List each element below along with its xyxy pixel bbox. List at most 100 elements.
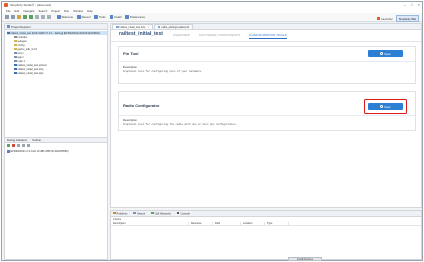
download-icon bbox=[109, 15, 114, 19]
refresh-icon[interactable] bbox=[17, 144, 20, 147]
menu-search[interactable]: Search bbox=[38, 9, 47, 13]
card-title: Pin Tool bbox=[123, 51, 139, 56]
description-text: Graphical tool for configuring pins of y… bbox=[123, 70, 203, 73]
new-file-icon[interactable] bbox=[5, 15, 9, 19]
card-divider bbox=[119, 61, 415, 62]
tab-call-hierarchy[interactable]: Call Hierarchy bbox=[151, 211, 171, 215]
tab-software-components[interactable]: SOFTWARE COMPONENTS bbox=[199, 33, 240, 39]
pin-tool-card: Pin Tool Open Description Graphical tool… bbox=[118, 46, 416, 84]
description-text: Graphical tool for configuring the radio… bbox=[123, 123, 238, 126]
ide-perspective[interactable]: Simplicity IDE bbox=[395, 15, 419, 22]
tools-button[interactable]: Tools bbox=[94, 15, 106, 19]
window-controls: – □ × bbox=[404, 3, 420, 7]
menu-navigate[interactable]: Navigate bbox=[23, 9, 34, 13]
welcome-button[interactable]: Welcome bbox=[57, 15, 73, 19]
c-file-icon bbox=[14, 59, 17, 63]
config-view-tabs: OVERVIEW SOFTWARE COMPONENTS CONFIGURATI… bbox=[173, 33, 287, 39]
column-description[interactable]: Description bbox=[111, 221, 189, 226]
gear-icon bbox=[125, 15, 129, 19]
column-path[interactable]: Path bbox=[213, 221, 241, 226]
chip-icon bbox=[7, 150, 10, 153]
connect-icon[interactable] bbox=[7, 144, 10, 147]
menu-file[interactable]: File bbox=[6, 9, 11, 13]
menu-edit[interactable]: Edit bbox=[15, 9, 20, 13]
tab-outline[interactable]: Outline bbox=[32, 138, 41, 142]
debug-adapter-item[interactable]: EFR32MG21 2.4 GHz 10 dBm BB (ID:44018559… bbox=[7, 150, 68, 153]
launcher-perspective[interactable]: Launcher bbox=[377, 17, 393, 21]
editor-area: railtest_initial_test.slcp × radio_setti… bbox=[110, 23, 422, 208]
minimize-button[interactable]: – bbox=[404, 3, 406, 7]
tab-console[interactable]: Console bbox=[176, 211, 190, 215]
slps-file-icon bbox=[14, 71, 17, 75]
column-type[interactable]: Type bbox=[265, 221, 289, 226]
debug-toolbar bbox=[5, 143, 107, 148]
pintool-file-icon bbox=[14, 63, 17, 67]
description-label: Description bbox=[123, 118, 137, 122]
forward-icon[interactable] bbox=[47, 15, 51, 19]
slcp-file-icon bbox=[116, 25, 119, 29]
main-toolbar: Welcome Recent Tools Install Preferences… bbox=[2, 13, 422, 22]
left-panel: Project Explorer railtest_initial_test [… bbox=[4, 23, 108, 260]
tab-radioconf[interactable]: radio_settings.radioconf bbox=[153, 24, 194, 29]
column-resource[interactable]: Resource bbox=[189, 221, 213, 226]
menu-run[interactable]: Run bbox=[64, 9, 69, 13]
tab-search[interactable]: Search bbox=[133, 211, 145, 215]
menu-help[interactable]: Help bbox=[87, 9, 93, 13]
search-icon[interactable] bbox=[35, 15, 39, 19]
app-logo-icon bbox=[4, 3, 8, 7]
recent-button[interactable]: Recent bbox=[77, 15, 90, 19]
run-icon[interactable] bbox=[29, 15, 33, 19]
debug-icon[interactable] bbox=[23, 15, 27, 19]
close-button[interactable]: × bbox=[418, 3, 420, 7]
tab-debug-adapters[interactable]: Debug Adapters bbox=[7, 138, 27, 142]
tree-item-project[interactable]: railtest_initial_test [GNU ARM v7.2.1 - … bbox=[7, 31, 107, 35]
tree-item[interactable]: railtest_initial_test.slps bbox=[7, 71, 107, 75]
app-window: Simplicity Studio® - [obscured] – □ × Fi… bbox=[1, 1, 423, 261]
menu-window[interactable]: Window bbox=[73, 9, 83, 13]
window-title: Simplicity Studio® - [obscured] bbox=[10, 3, 51, 7]
pin-tool-open-button[interactable]: Open bbox=[368, 50, 403, 57]
bottom-panel: Problems Search Call Hierarchy Console 0… bbox=[110, 210, 422, 260]
folder-icon bbox=[14, 39, 17, 43]
install-button[interactable]: Install bbox=[109, 15, 121, 19]
project-title: railtest_initial_test bbox=[119, 31, 163, 37]
tab-overview[interactable]: OVERVIEW bbox=[173, 33, 190, 39]
folder-icon bbox=[14, 47, 17, 51]
clock-icon bbox=[77, 15, 81, 19]
status-install-devices[interactable]: Install Devices bbox=[288, 257, 322, 261]
perspective-switcher: Launcher Simplicity IDE bbox=[377, 15, 419, 22]
back-icon[interactable] bbox=[41, 15, 45, 19]
collapse-icon[interactable] bbox=[27, 144, 30, 147]
disconnect-icon[interactable] bbox=[12, 144, 15, 147]
preferences-button[interactable]: Preferences bbox=[125, 15, 145, 19]
description-label: Description bbox=[123, 65, 137, 69]
card-title: Radio Configurator bbox=[123, 103, 160, 108]
project-config-header: railtest_initial_test OVERVIEW SOFTWARE … bbox=[111, 30, 421, 42]
close-tab-icon[interactable]: × bbox=[147, 26, 149, 29]
save-icon[interactable] bbox=[11, 15, 15, 19]
column-location[interactable]: Location bbox=[241, 221, 265, 226]
maximize-button[interactable]: □ bbox=[411, 3, 413, 7]
folder-icon bbox=[14, 43, 17, 47]
problems-table-header: Description Resource Path Location Type bbox=[111, 221, 421, 226]
radio-configurator-card: Radio Configurator Open Description Grap… bbox=[118, 91, 416, 131]
c-file-icon bbox=[14, 55, 17, 59]
project-icon bbox=[7, 31, 10, 35]
wrench-icon bbox=[94, 15, 98, 19]
settings-icon[interactable] bbox=[22, 144, 25, 147]
search-icon bbox=[133, 211, 136, 215]
hierarchy-icon bbox=[151, 211, 154, 215]
problems-icon bbox=[113, 211, 116, 215]
menu-project[interactable]: Project bbox=[51, 9, 60, 13]
slcp-file-icon bbox=[14, 67, 17, 71]
build-icon[interactable] bbox=[17, 15, 21, 19]
status-bar: Install Devices bbox=[2, 256, 422, 261]
tab-problems[interactable]: Problems bbox=[113, 211, 127, 215]
card-divider bbox=[119, 115, 415, 116]
open-icon bbox=[380, 52, 384, 55]
launcher-icon bbox=[377, 17, 381, 20]
project-tree: railtest_initial_test [GNU ARM v7.2.1 - … bbox=[5, 30, 107, 75]
radio-file-icon bbox=[157, 25, 161, 29]
tab-slcp[interactable]: railtest_initial_test.slcp × bbox=[112, 24, 153, 29]
tab-configuration-tools[interactable]: CONFIGURATION TOOLS bbox=[249, 33, 287, 39]
